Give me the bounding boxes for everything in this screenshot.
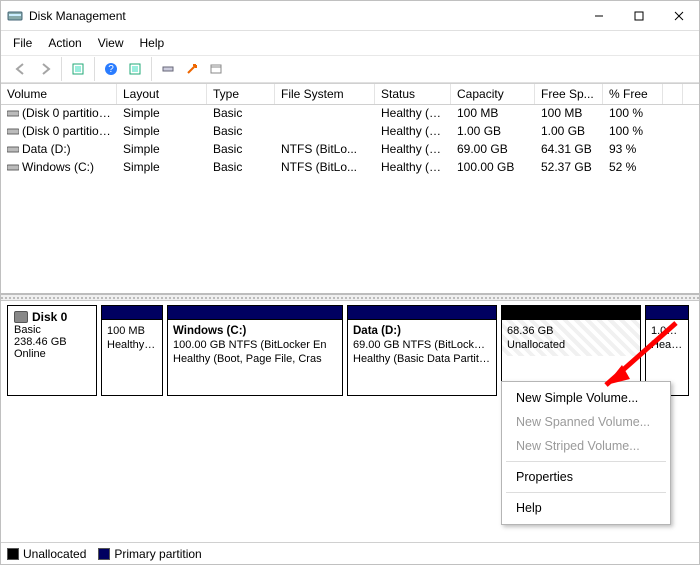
cell: NTFS (BitLo...: [275, 159, 375, 177]
cell: (Disk 0 partition 1): [1, 105, 117, 123]
cell: Simple: [117, 141, 207, 159]
ctx-new-spanned: New Spanned Volume...: [502, 410, 670, 434]
partition[interactable]: Data (D:)69.00 GB NTFS (BitLocker EnHeal…: [347, 305, 497, 396]
tool-c-button[interactable]: [205, 58, 227, 80]
cell: Simple: [117, 159, 207, 177]
cell: Healthy (B...: [375, 159, 451, 177]
volume-list: Volume Layout Type File System Status Ca…: [1, 83, 699, 295]
volume-list-header: Volume Layout Type File System Status Ca…: [1, 83, 699, 105]
maximize-button[interactable]: [619, 1, 659, 31]
menubar: File Action View Help: [1, 31, 699, 55]
cell: 100.00 GB: [451, 159, 535, 177]
cell: Data (D:): [1, 141, 117, 159]
cell: Basic: [207, 123, 275, 141]
drive-icon: [7, 107, 19, 117]
refresh-button[interactable]: [67, 58, 89, 80]
cell: 100 %: [603, 123, 663, 141]
disk-state: Online: [14, 348, 90, 360]
col-status[interactable]: Status: [375, 84, 451, 104]
disk-size: 238.46 GB: [14, 336, 90, 348]
legend-unallocated: Unallocated: [7, 547, 86, 561]
ctx-new-striped: New Striped Volume...: [502, 434, 670, 458]
settings-button[interactable]: [124, 58, 146, 80]
cell: [275, 105, 375, 123]
ctx-separator: [506, 461, 666, 462]
ctx-separator-2: [506, 492, 666, 493]
ctx-new-simple[interactable]: New Simple Volume...: [502, 386, 670, 410]
drive-icon: [7, 143, 19, 153]
cell: Healthy (E...: [375, 105, 451, 123]
col-layout[interactable]: Layout: [117, 84, 207, 104]
col-spacer: [663, 84, 683, 104]
cell: 100 MB: [451, 105, 535, 123]
cell: [275, 123, 375, 141]
table-row[interactable]: Windows (C:)SimpleBasicNTFS (BitLo...Hea…: [1, 159, 699, 177]
tool-b-button[interactable]: [181, 58, 203, 80]
menu-action[interactable]: Action: [40, 33, 89, 53]
tool-a-button[interactable]: [157, 58, 179, 80]
forward-button[interactable]: [34, 58, 56, 80]
cell: 1.00 GB: [451, 123, 535, 141]
col-capacity[interactable]: Capacity: [451, 84, 535, 104]
menu-help[interactable]: Help: [132, 33, 173, 53]
cell: 64.31 GB: [535, 141, 603, 159]
cell: (Disk 0 partition 5): [1, 123, 117, 141]
cell: NTFS (BitLo...: [275, 141, 375, 159]
close-button[interactable]: [659, 1, 699, 31]
disk-type: Basic: [14, 324, 90, 336]
cell: Healthy (B...: [375, 141, 451, 159]
window-title: Disk Management: [29, 9, 579, 23]
drive-icon: [7, 161, 19, 171]
col-pct[interactable]: % Free: [603, 84, 663, 104]
partition[interactable]: 100 MBHealthy (E: [101, 305, 163, 396]
menu-view[interactable]: View: [90, 33, 132, 53]
cell: 100 %: [603, 105, 663, 123]
titlebar: Disk Management: [1, 1, 699, 31]
col-fs[interactable]: File System: [275, 84, 375, 104]
drive-icon: [7, 125, 19, 135]
cell: 69.00 GB: [451, 141, 535, 159]
table-row[interactable]: (Disk 0 partition 1)SimpleBasic Healthy (…: [1, 105, 699, 123]
table-row[interactable]: Data (D:)SimpleBasicNTFS (BitLo...Health…: [1, 141, 699, 159]
context-menu: New Simple Volume... New Spanned Volume.…: [501, 381, 671, 525]
back-button[interactable]: [10, 58, 32, 80]
table-row[interactable]: (Disk 0 partition 5)SimpleBasic Healthy (…: [1, 123, 699, 141]
ctx-help[interactable]: Help: [502, 496, 670, 520]
cell: 93 %: [603, 141, 663, 159]
app-icon: [7, 8, 23, 24]
cell: Simple: [117, 105, 207, 123]
splitter[interactable]: [1, 295, 699, 301]
cell: Windows (C:): [1, 159, 117, 177]
cell: 1.00 GB: [535, 123, 603, 141]
volume-rows: (Disk 0 partition 1)SimpleBasicHealthy (…: [1, 105, 699, 295]
disk-label: Disk 0: [32, 310, 67, 324]
cell: Basic: [207, 141, 275, 159]
cell: 52.37 GB: [535, 159, 603, 177]
legend-primary-label: Primary partition: [114, 547, 201, 561]
col-type[interactable]: Type: [207, 84, 275, 104]
col-volume[interactable]: Volume: [1, 84, 117, 104]
disk-icon: [14, 311, 28, 323]
ctx-properties[interactable]: Properties: [502, 465, 670, 489]
help-button[interactable]: ?: [100, 58, 122, 80]
cell: 100 MB: [535, 105, 603, 123]
partition[interactable]: Windows (C:)100.00 GB NTFS (BitLocker En…: [167, 305, 343, 396]
cell: Basic: [207, 159, 275, 177]
toolbar: ?: [1, 55, 699, 83]
svg-text:?: ?: [108, 64, 114, 75]
cell: Basic: [207, 105, 275, 123]
col-free[interactable]: Free Sp...: [535, 84, 603, 104]
minimize-button[interactable]: [579, 1, 619, 31]
cell: 52 %: [603, 159, 663, 177]
disk-info[interactable]: Disk 0 Basic 238.46 GB Online: [7, 305, 97, 396]
cell: Healthy (R...: [375, 123, 451, 141]
window-buttons: [579, 1, 699, 31]
legend-unallocated-label: Unallocated: [23, 547, 86, 561]
statusbar: Unallocated Primary partition: [1, 542, 699, 564]
legend-primary: Primary partition: [98, 547, 201, 561]
menu-file[interactable]: File: [5, 33, 40, 53]
cell: Simple: [117, 123, 207, 141]
